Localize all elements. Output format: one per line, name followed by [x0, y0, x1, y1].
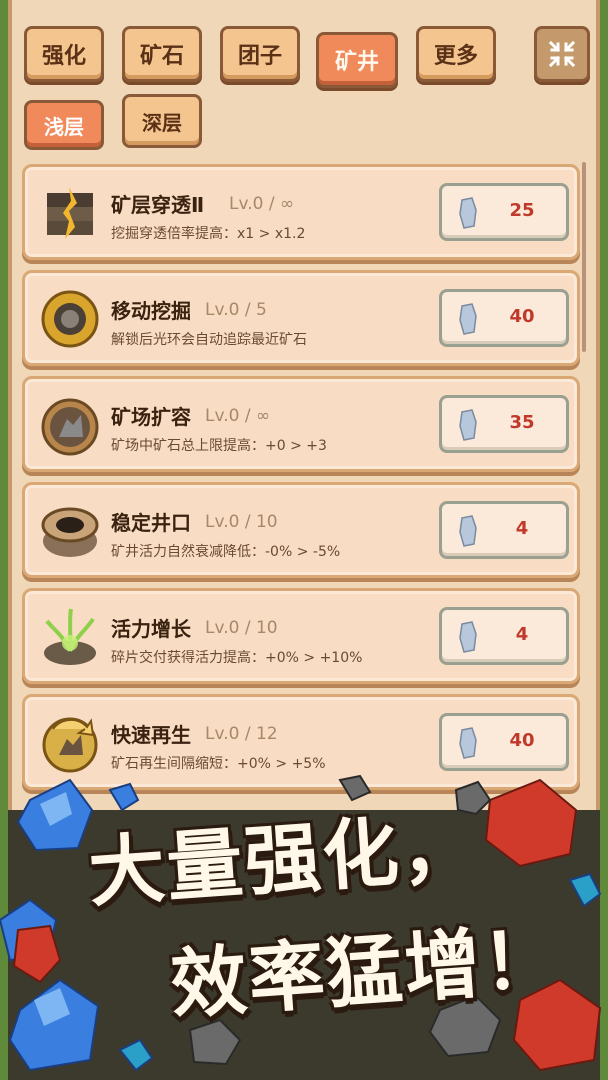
upgrade-level: Lv.0 / 10	[205, 512, 278, 532]
golden-ring-icon	[41, 290, 99, 348]
upgrade-title: 稳定井口	[111, 511, 191, 535]
vitality-plant-icon	[44, 608, 96, 665]
upgrade-level: Lv.0 / 10	[205, 618, 278, 638]
tab-upgrade[interactable]: 强化	[24, 26, 104, 82]
upgrade-level: Lv.0 / 5	[205, 300, 267, 320]
upgrade-title: 快速再生	[111, 723, 191, 747]
buy-upgrade-button[interactable]: 4	[439, 501, 569, 559]
upgrade-cost: 25	[509, 200, 535, 221]
subtab-deep[interactable]: 深层	[122, 94, 202, 148]
tab-ore[interactable]: 矿石	[122, 26, 202, 82]
crystal-icon	[459, 621, 477, 653]
collapse-arrows-icon	[548, 40, 576, 68]
collapse-button[interactable]	[534, 26, 590, 82]
upgrade-cost: 4	[515, 624, 529, 645]
crystal-icon	[459, 303, 477, 335]
regen-cycle-icon	[42, 717, 98, 773]
buy-upgrade-button[interactable]: 4	[439, 607, 569, 665]
tab-dango[interactable]: 团子	[220, 26, 300, 82]
upgrade-card: 稳定井口 Lv.0 / 10 矿井活力自然衰减降低：-0% > -5% 4	[22, 482, 580, 578]
upgrade-description: 矿井活力自然衰减降低：-0% > -5%	[111, 544, 341, 560]
upgrade-title: 矿层穿透Ⅱ	[111, 193, 205, 217]
buy-upgrade-button[interactable]: 25	[439, 183, 569, 241]
promo-banner: 大量强化， 效率猛增！	[0, 770, 608, 1080]
crystal-icon	[459, 197, 477, 229]
upgrade-description: 解锁后光环会自动追踪最近矿石	[111, 332, 307, 348]
crystal-icon	[459, 409, 477, 441]
layered-ore-icon	[47, 187, 93, 239]
upgrade-card: 矿层穿透Ⅱ Lv.0 / ∞ 挖掘穿透倍率提高：x1 > x1.2 25	[22, 164, 580, 260]
upgrade-card: 活力增长 Lv.0 / 10 碎片交付获得活力提高：+0% > +10% 4	[22, 588, 580, 684]
upgrade-description: 矿场中矿石总上限提高：+0 > +3	[111, 438, 327, 454]
buy-upgrade-button[interactable]: 40	[439, 289, 569, 347]
upgrade-level: Lv.0 / 12	[205, 724, 278, 744]
well-icon	[41, 507, 99, 557]
upgrade-level: Lv.0 / ∞	[205, 406, 271, 426]
upgrade-title: 活力增长	[111, 617, 191, 641]
crystal-icon	[459, 727, 477, 759]
crystal-icon	[459, 515, 477, 547]
tab-mine[interactable]: 矿井	[316, 32, 398, 88]
upgrade-cost: 4	[515, 518, 529, 539]
upgrade-description: 挖掘穿透倍率提高：x1 > x1.2	[111, 226, 306, 242]
upgrade-card: 移动挖掘 Lv.0 / 5 解锁后光环会自动追踪最近矿石 40	[22, 270, 580, 366]
scrollbar[interactable]	[582, 162, 586, 352]
upgrade-cost: 40	[509, 730, 535, 751]
upgrade-level: Lv.0 / ∞	[229, 194, 295, 214]
upgrade-description: 碎片交付获得活力提高：+0% > +10%	[111, 650, 363, 666]
subtab-shallow[interactable]: 浅层	[24, 100, 104, 150]
tab-more[interactable]: 更多	[416, 26, 496, 82]
upgrade-title: 移动挖掘	[111, 299, 191, 323]
main-tabs: 强化 矿石 团子 矿井 更多	[24, 26, 590, 88]
upgrade-card: 矿场扩容 Lv.0 / ∞ 矿场中矿石总上限提高：+0 > +3 35	[22, 376, 580, 472]
upgrade-cost: 35	[509, 412, 535, 433]
buy-upgrade-button[interactable]: 35	[439, 395, 569, 453]
mine-field-icon	[41, 398, 99, 456]
upgrade-title: 矿场扩容	[111, 405, 191, 429]
upgrade-cost: 40	[509, 306, 535, 327]
buy-upgrade-button[interactable]: 40	[439, 713, 569, 771]
